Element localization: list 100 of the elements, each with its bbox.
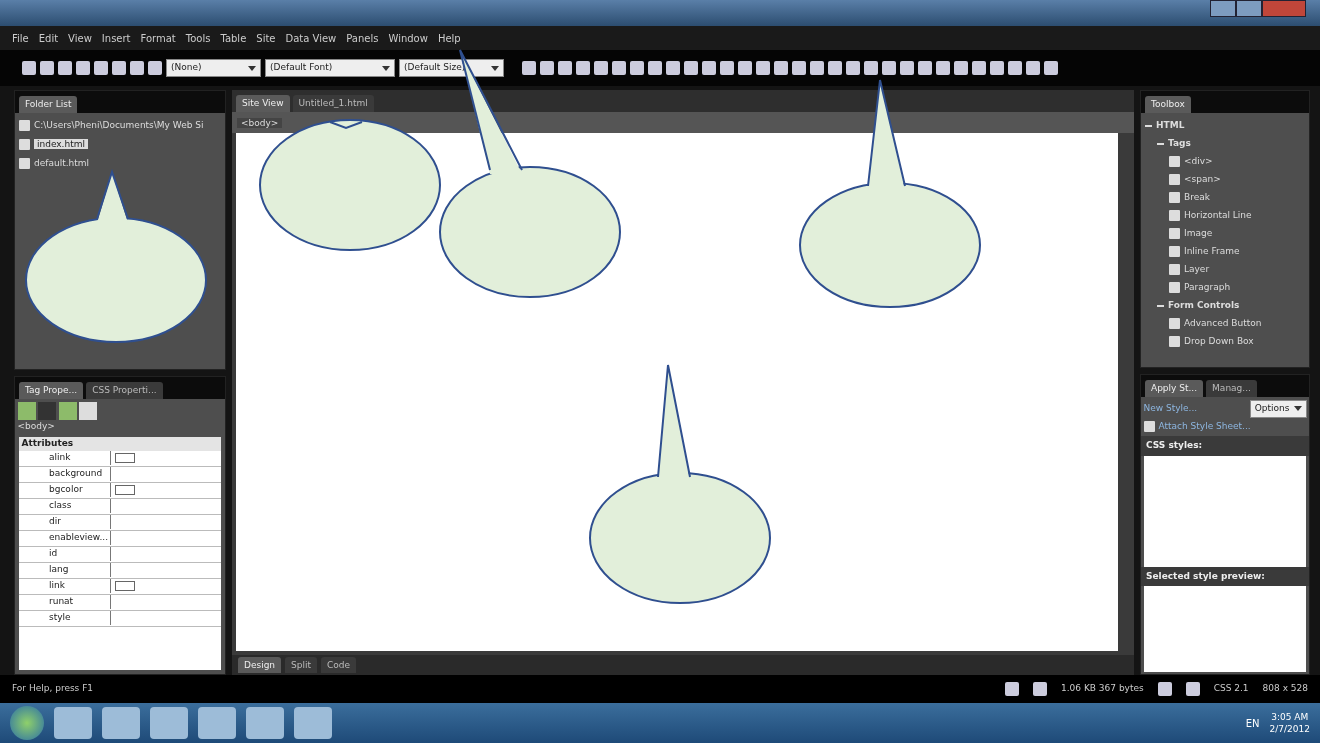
tool-icon [1169, 264, 1180, 275]
menu-item[interactable]: File [10, 30, 31, 46]
collapse-icon[interactable] [1157, 142, 1164, 145]
tool-icon [1169, 174, 1180, 185]
view-tab[interactable]: Design [238, 657, 282, 673]
taskbar-icon[interactable] [102, 707, 140, 739]
tool-item[interactable]: Horizontal Line [1184, 210, 1252, 220]
breadcrumb[interactable]: <body> [237, 117, 283, 128]
options-button[interactable]: Options [1249, 399, 1307, 418]
tool-icon [1169, 246, 1180, 257]
attribute-name: enableview... [19, 531, 111, 545]
clock[interactable]: 3:05 AM 2/7/2012 [1269, 711, 1310, 735]
caret-icon [382, 65, 390, 71]
minimize-button[interactable] [1210, 0, 1236, 17]
attribute-name: dir [19, 515, 111, 529]
panel-tab[interactable]: Apply St... [1145, 379, 1204, 397]
document-tab[interactable]: Site View [236, 94, 290, 112]
dropdown[interactable]: (None) [166, 59, 261, 77]
file-tree-entry[interactable]: index.html [34, 139, 88, 149]
caret-icon [491, 65, 499, 71]
document-tab[interactable]: Untitled_1.html [292, 94, 374, 112]
dropdown[interactable]: (Default Font) [265, 59, 395, 77]
tool-item[interactable]: Layer [1184, 264, 1210, 274]
status-icon[interactable] [1185, 682, 1200, 696]
menu-item[interactable]: Panels [344, 30, 381, 46]
new-style-link[interactable]: New Style... [1143, 401, 1198, 416]
attribute-name: lang [19, 563, 111, 577]
tool-icon [1169, 210, 1180, 221]
menu-item[interactable]: Insert [99, 30, 133, 46]
attribute-name: link [19, 579, 111, 593]
language-indicator[interactable]: EN [1245, 715, 1260, 731]
menu-item[interactable]: Data View [283, 30, 339, 46]
panel-tab[interactable]: Tag Prope... [19, 381, 84, 399]
menu-item[interactable]: Site [254, 30, 278, 46]
file-tree-entry[interactable]: default.html [34, 158, 90, 168]
taskbar-icon[interactable] [150, 707, 188, 739]
folder-item[interactable]: C:\Users\Pheni\Documents\My Web Si [34, 120, 204, 130]
view-tab[interactable]: Split [285, 657, 318, 673]
status-icon[interactable] [1157, 682, 1172, 696]
collapse-icon[interactable] [1157, 304, 1164, 307]
tool-item[interactable]: Image [1184, 228, 1213, 238]
caret-icon [248, 65, 256, 71]
tree-group[interactable]: HTML [1156, 120, 1185, 130]
panel-tab[interactable]: Toolbox [1145, 95, 1191, 113]
folder-icon [19, 120, 30, 131]
toolbar-icon[interactable] [58, 401, 77, 420]
attribute-name: style [19, 611, 111, 625]
attribute-name: bgcolor [19, 483, 111, 497]
attribute-name: alink [19, 451, 111, 465]
status-icon[interactable] [1033, 682, 1048, 696]
status-text: 808 x 528 [1262, 682, 1308, 696]
color-swatch[interactable] [115, 485, 135, 495]
panel-tab[interactable]: Manag... [1206, 379, 1257, 397]
tool-icon [1169, 156, 1180, 167]
tool-icon [1169, 282, 1180, 293]
tool-item[interactable]: Advanced Button [1184, 318, 1262, 328]
start-button[interactable] [10, 706, 44, 740]
status-text: For Help, press F1 [12, 682, 94, 696]
taskbar-icon[interactable] [198, 707, 236, 739]
tool-item[interactable]: Inline Frame [1184, 246, 1240, 256]
menu-item[interactable]: Edit [36, 30, 61, 46]
status-icon[interactable] [1005, 682, 1020, 696]
menu-item[interactable]: Window [386, 30, 430, 46]
tool-item[interactable]: <div> [1184, 156, 1213, 166]
taskbar-icon[interactable] [246, 707, 284, 739]
menu-item[interactable]: Table [218, 30, 249, 46]
taskbar-icon[interactable] [294, 707, 332, 739]
toolbar-icon[interactable] [17, 401, 36, 420]
panel-tab[interactable]: Folder List [19, 95, 78, 113]
caret-icon [1293, 406, 1302, 411]
collapse-icon[interactable] [1145, 124, 1152, 127]
tool-icon [1169, 336, 1180, 347]
view-tab[interactable]: Code [321, 657, 357, 673]
tree-group[interactable]: Tags [1168, 138, 1191, 148]
tool-icon [1169, 318, 1180, 329]
dropdown[interactable]: (Default Size) [399, 59, 504, 77]
tree-group[interactable]: Form Controls [1168, 300, 1240, 310]
attach-style-sheet-link[interactable]: Attach Style Sheet... [1158, 420, 1251, 434]
file-icon [19, 158, 30, 169]
color-swatch[interactable] [115, 453, 135, 463]
toolbar-icon[interactable] [79, 401, 97, 420]
section-header: CSS styles: [1141, 436, 1309, 456]
status-text: CSS 2.1 [1213, 682, 1249, 696]
menu-item[interactable]: View [66, 30, 94, 46]
tool-item[interactable]: Paragraph [1184, 282, 1231, 292]
tool-icon [1169, 228, 1180, 239]
tool-item[interactable]: <span> [1184, 174, 1221, 184]
attribute-name: class [19, 499, 111, 513]
panel-tab[interactable]: CSS Properti... [86, 381, 163, 399]
color-swatch[interactable] [115, 581, 135, 591]
maximize-button[interactable] [1236, 0, 1262, 17]
menu-item[interactable]: Help [435, 30, 463, 46]
section-header: Selected style preview: [1141, 566, 1309, 587]
tool-item[interactable]: Break [1184, 192, 1210, 202]
menu-item[interactable]: Tools [183, 30, 213, 46]
tag-label: <body> [16, 419, 56, 433]
tool-item[interactable]: Drop Down Box [1184, 336, 1254, 346]
menu-item[interactable]: Format [138, 30, 178, 46]
taskbar-icon[interactable] [54, 707, 92, 739]
close-button[interactable] [1262, 0, 1306, 17]
